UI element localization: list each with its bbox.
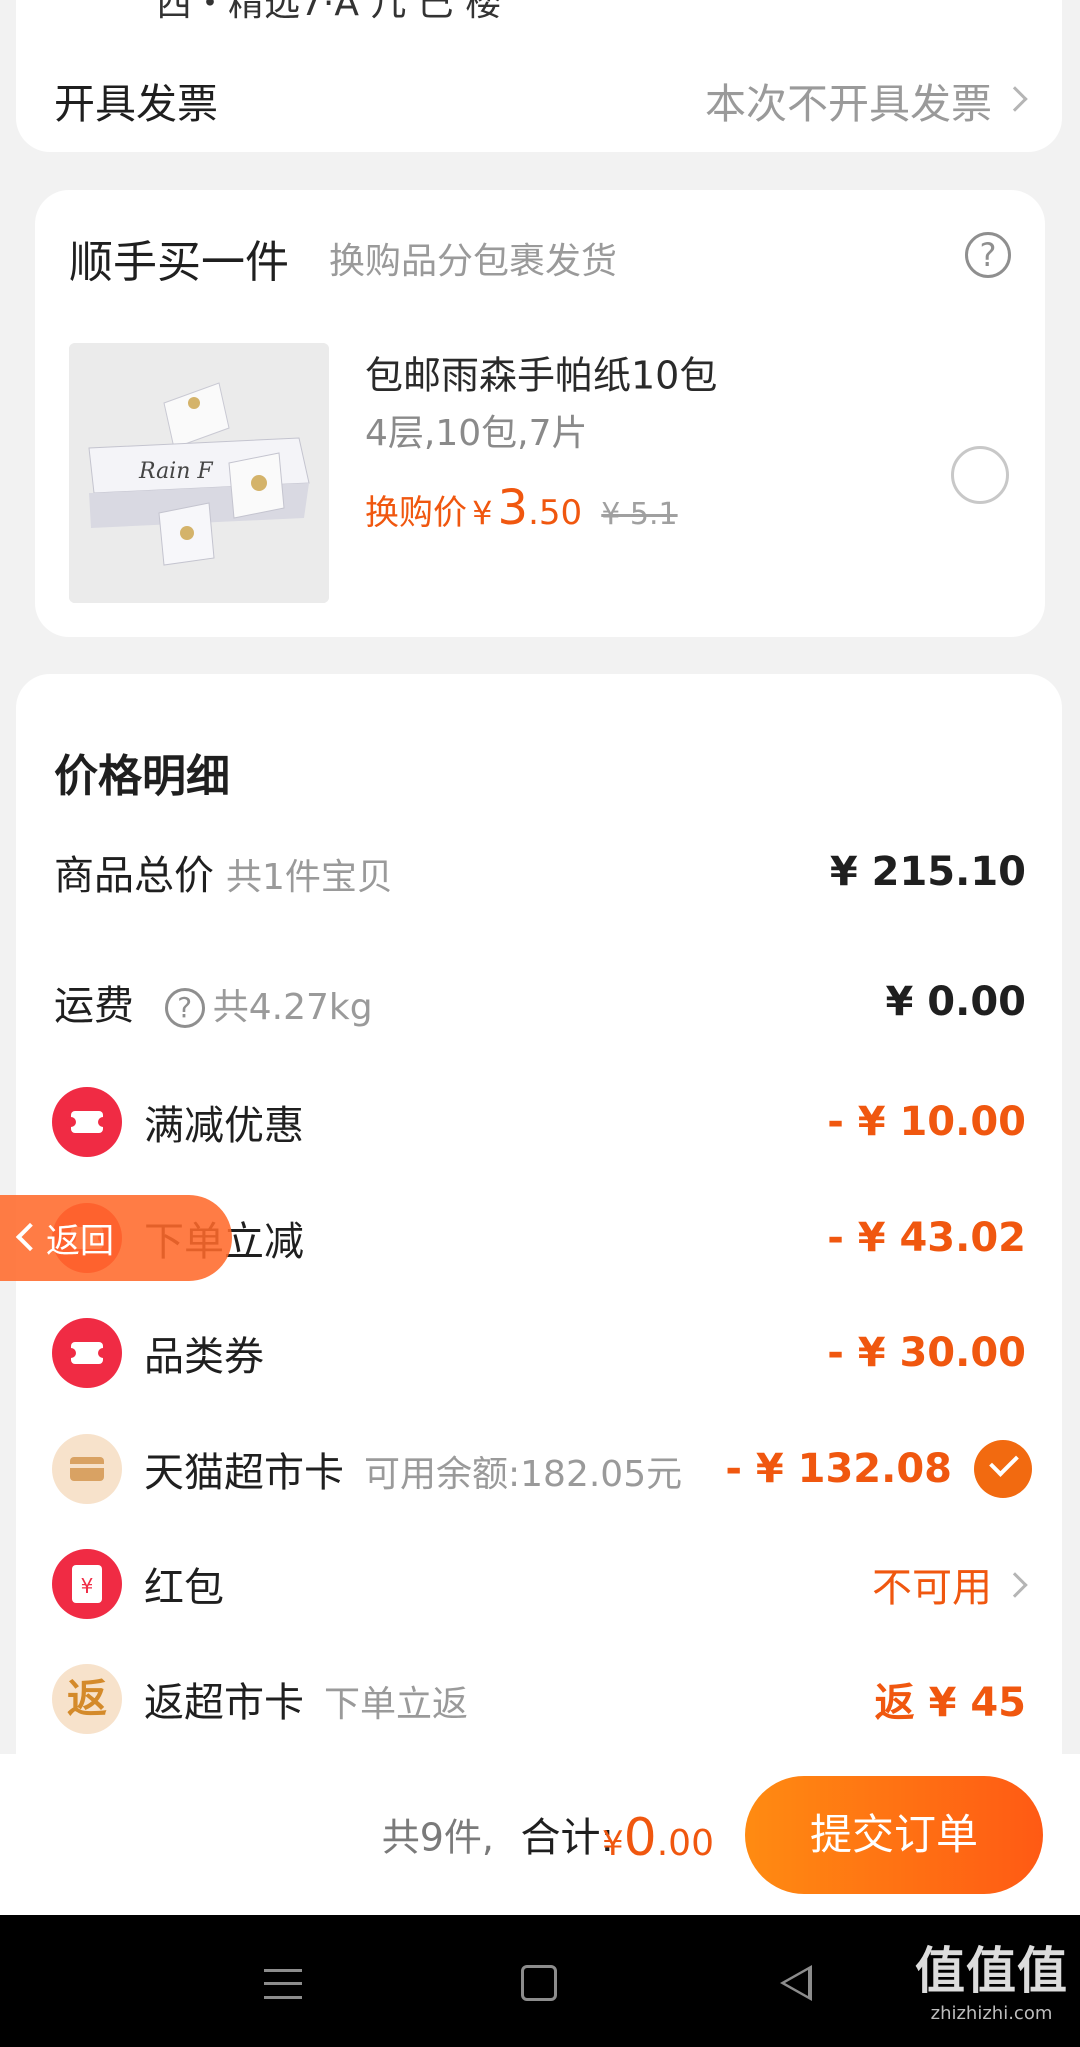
coupon-icon (52, 1087, 122, 1157)
red-envelope-icon: ¥ (52, 1549, 122, 1619)
row-label: 满减优惠 (144, 1103, 304, 1149)
price-decimal: .50 (528, 493, 583, 533)
row-amount: - ¥ 10.00 (827, 1099, 1026, 1145)
checkout-bar: 共9件, 合计: ¥0.00 提交订单 (0, 1754, 1080, 1915)
detail-row-red-packet[interactable]: ¥ 红包 不可用 (16, 1534, 1062, 1634)
addon-subtitle: 换购品分包裹发货 (329, 241, 618, 282)
row-label: 运费 ? 共4.27kg (54, 983, 373, 1029)
back-label: 返回 (46, 1221, 114, 1262)
product-image[interactable]: Rain F (69, 343, 329, 603)
home-icon[interactable] (521, 1965, 557, 2001)
chevron-right-icon (1002, 1572, 1028, 1598)
detail-row-cashback-card: 返 返超市卡 下单立返 返 ¥ 45 (16, 1649, 1062, 1749)
help-icon[interactable]: ? (965, 232, 1011, 278)
row-amount: - ¥ 43.02 (827, 1215, 1026, 1261)
product-name[interactable]: 包邮雨森手帕纸10包 (365, 345, 717, 400)
row-label: 商品总价 共1件宝贝 (54, 853, 393, 899)
addon-purchase-card: 顺手买一件 换购品分包裹发货 ? Rain F 包邮雨森手帕纸10包 4层,10… (35, 190, 1045, 637)
price-currency: ¥ (472, 494, 493, 532)
detail-row-full-reduction: 满减优惠 - ¥ 10.00 (16, 1072, 1062, 1172)
row-label: 品类券 (144, 1334, 264, 1380)
invoice-label: 开具发票 (54, 80, 218, 128)
invoice-row[interactable]: 开具发票 本次不开具发票 (16, 40, 1062, 152)
row-sub: 共4.27kg (212, 987, 373, 1028)
row-sub: 可用余额:182.05元 (364, 1454, 683, 1495)
cashback-icon: 返 (52, 1664, 122, 1734)
price-details-heading: 价格明细 (54, 751, 230, 802)
price-integer: 3 (497, 480, 529, 536)
row-sub: 下单立返 (324, 1684, 469, 1725)
original-price: ¥ 5.1 (601, 497, 678, 532)
total-label: 合计: (520, 1815, 614, 1861)
row-label: 天猫超市卡 可用余额:182.05元 (144, 1450, 683, 1496)
product-spec: 4层,10包,7片 (365, 413, 588, 454)
row-label: 红包 (144, 1565, 224, 1611)
addon-title: 顺手买一件 (69, 237, 289, 288)
checked-icon[interactable] (974, 1440, 1032, 1498)
product-price: 换购价 ¥ 3.50 ¥ 5.1 (365, 480, 678, 536)
coupon-icon (52, 1318, 122, 1388)
detail-row-goods-total: 商品总价 共1件宝贝 ¥ 215.10 (16, 822, 1062, 922)
chevron-left-icon (15, 1222, 45, 1252)
detail-row-tmall-card[interactable]: 天猫超市卡 可用余额:182.05元 - ¥ 132.08 (16, 1419, 1062, 1519)
detail-row-shipping: 运费 ? 共4.27kg ¥ 0.00 (16, 952, 1062, 1052)
price-label: 换购价 (365, 493, 467, 533)
menu-icon[interactable] (264, 1969, 302, 1999)
previous-section-remnant: 西・精选7·A 几 巳 楼 (16, 0, 1062, 40)
system-nav-bar: 值值值 zhizhizhi.com (0, 1915, 1080, 2047)
row-amount: 返 ¥ 45 (874, 1680, 1026, 1726)
invoice-value: 本次不开具发票 (705, 80, 992, 128)
chevron-right-icon (1002, 86, 1028, 112)
row-amount: 不可用 (872, 1565, 992, 1611)
submit-order-button[interactable]: 提交订单 (745, 1776, 1043, 1894)
watermark-logo: 值值值 zhizhizhi.com (915, 1942, 1068, 2024)
help-icon[interactable]: ? (164, 988, 205, 1028)
svg-text:Rain F: Rain F (138, 459, 213, 484)
previous-section-text: 西・精选7·A 几 巳 楼 (156, 0, 502, 24)
total-amount: ¥0.00 (602, 1808, 714, 1868)
row-amount: ¥ 0.00 (885, 979, 1026, 1025)
row-label: 返超市卡 下单立返 (144, 1680, 469, 1726)
addon-select-radio[interactable] (951, 446, 1009, 504)
card-icon (52, 1434, 122, 1504)
row-sub: 共1件宝贝 (226, 857, 393, 898)
row-amount: - ¥ 132.08 (725, 1446, 952, 1492)
back-triangle-icon[interactable] (780, 1965, 812, 2001)
row-amount: ¥ 215.10 (829, 849, 1026, 895)
floating-back-button[interactable]: 返回 (0, 1195, 232, 1281)
item-count: 共9件, (381, 1815, 494, 1860)
detail-row-category-coupon[interactable]: 品类券 - ¥ 30.00 (16, 1303, 1062, 1403)
row-amount: - ¥ 30.00 (827, 1330, 1026, 1376)
